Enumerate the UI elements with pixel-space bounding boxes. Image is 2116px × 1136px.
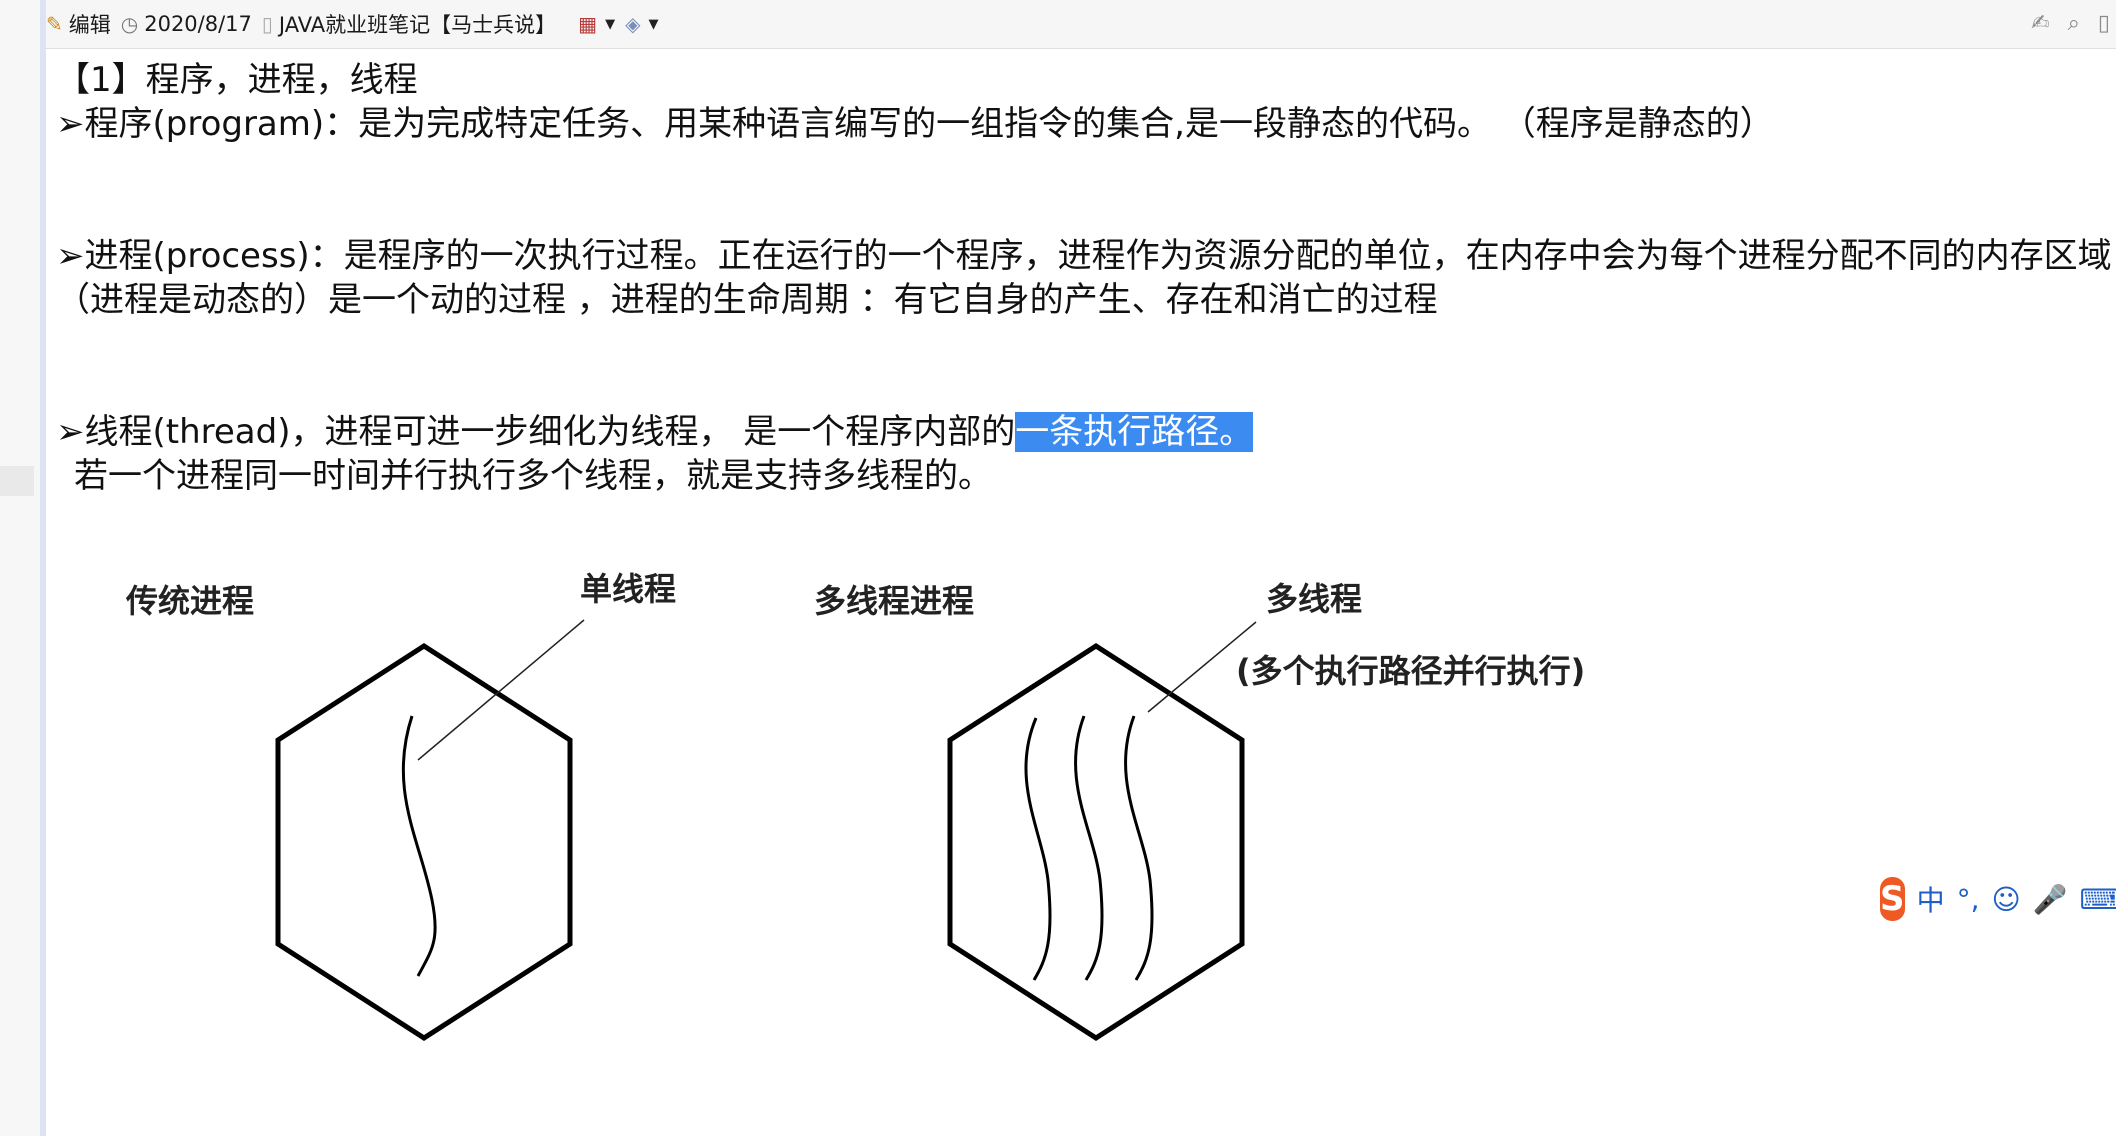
clock-icon: ◷ [120, 12, 139, 36]
notebook-selector[interactable]: ▯ JAVA就业班笔记【马士兵说】 [262, 9, 556, 39]
toolbar-right: ✍ ⌕ ▯ [2031, 0, 2116, 48]
traditional-process-hexagon [275, 643, 573, 1041]
note-heading: 【1】程序，进程，线程 [56, 60, 418, 100]
microphone-icon[interactable]: 🎤 [2033, 883, 2068, 916]
notebook-name: JAVA就业班笔记【马士兵说】 [278, 13, 557, 37]
edit-note-icon[interactable]: ✍ [2031, 13, 2049, 35]
emoji-icon[interactable]: ☺ [1992, 883, 2021, 916]
label-multi-thread: 多线程 [1266, 580, 1362, 618]
thread-curve-3 [1124, 715, 1154, 981]
ime-punctuation[interactable]: °, [1957, 883, 1980, 916]
more-icon[interactable]: ▯ [2098, 13, 2110, 35]
label-traditional-process: 传统进程 [125, 582, 254, 620]
edit-label: 编辑 [68, 13, 111, 37]
program-definition: ➢程序(program)：是为完成特定任务、用某种语言编写的一组指令的集合,是一… [56, 104, 1774, 144]
label-single-thread: 单线程 [580, 570, 676, 608]
multithread-process-hexagon [947, 643, 1245, 1041]
process-definition-line2: （进程是动态的）是一个动的过程 ，进程的生命周期 ：有它自身的产生、存在和消亡的… [56, 280, 1438, 320]
thread-curve-1 [1024, 717, 1052, 981]
thread-curve-2 [1074, 715, 1104, 981]
ime-mode[interactable]: 中 [1917, 879, 1945, 919]
thread-text: ➢线程(thread)，进程可进一步细化为线程， 是一个程序内部的 [56, 412, 1016, 452]
calendar-icon: ▦ [578, 12, 598, 36]
ime-toolbar[interactable]: S 中 °, ☺ 🎤 ⌨ [1880, 874, 2116, 924]
date-info: ◷ 2020/8/17 [121, 12, 252, 36]
single-thread-pointer [417, 619, 585, 761]
note-toolbar: ✎ 编辑 ◷ 2020/8/17 ▯ JAVA就业班笔记【马士兵说】 ▦ ▼ ◈… [46, 0, 2116, 49]
chevron-down-icon: ▼ [605, 16, 616, 32]
label-multithread-process: 多线程进程 [814, 582, 974, 620]
keyboard-icon[interactable]: ⌨ [2080, 883, 2116, 916]
note-date: 2020/8/17 [144, 12, 252, 36]
notebook-icon: ▯ [261, 12, 273, 36]
process-definition-line1: ➢进程(process)：是程序的一次执行过程。正在运行的一个程序，进程作为资源… [56, 236, 2112, 276]
sogou-logo-icon: S [1880, 877, 1905, 921]
multi-thread-pointer [1147, 621, 1257, 713]
line-marker [0, 466, 34, 496]
search-note-icon[interactable]: ⌕ [2068, 13, 2080, 35]
edit-button[interactable]: ✎ 编辑 [46, 9, 111, 39]
thread-definition-line2: 若一个进程同一时间并行执行多个线程，就是支持多线程的。 [74, 456, 992, 496]
single-thread-curve [401, 715, 437, 977]
selected-text[interactable]: 一条执行路径。 [1015, 412, 1254, 452]
process-thread-diagram: 传统进程 单线程 多线程进程 多线程 (多个执行路径并行执行) [125, 570, 1585, 1041]
thread-definition-line1: ➢线程(thread)，进程可进一步细化为线程， 是一个程序内部的一条执行路径。 [56, 410, 1254, 454]
calendar-dropdown[interactable]: ▦ ▼ [578, 14, 615, 34]
tag-icon: ◈ [625, 12, 641, 36]
label-multi-path-desc: (多个执行路径并行执行) [1236, 652, 1585, 690]
pencil-icon: ✎ [46, 12, 63, 36]
left-margin [0, 0, 46, 1136]
tag-dropdown[interactable]: ◈ ▼ [625, 14, 658, 34]
chevron-down-icon: ▼ [648, 16, 659, 32]
